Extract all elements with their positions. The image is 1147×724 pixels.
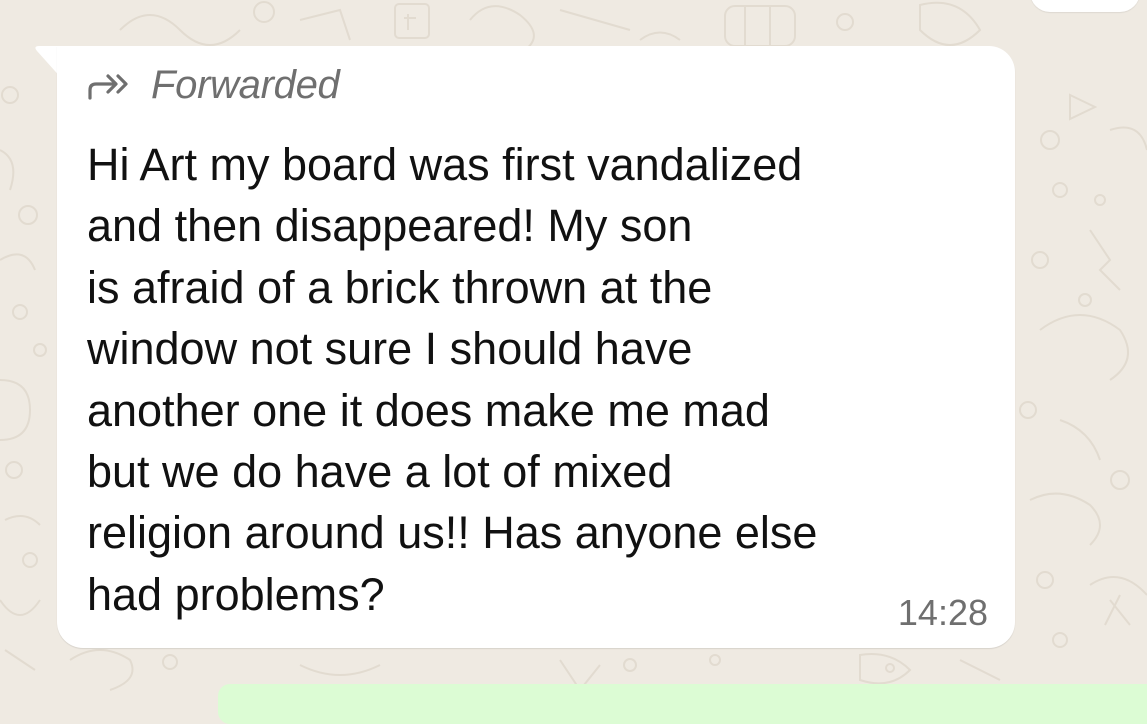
forwarded-label: Forwarded	[151, 63, 340, 107]
message-text: Hi Art my board was first vandalized and…	[87, 139, 818, 620]
forward-double-arrow-icon	[88, 73, 128, 100]
previous-message-bubble-edge	[1030, 0, 1140, 12]
incoming-message-bubble[interactable]: Forwarded Hi Art my board was first vand…	[57, 46, 1015, 648]
next-outgoing-bubble-edge	[218, 684, 1147, 724]
message-timestamp: 14:28	[897, 592, 988, 633]
forwarded-indicator: Forwarded	[87, 63, 340, 108]
